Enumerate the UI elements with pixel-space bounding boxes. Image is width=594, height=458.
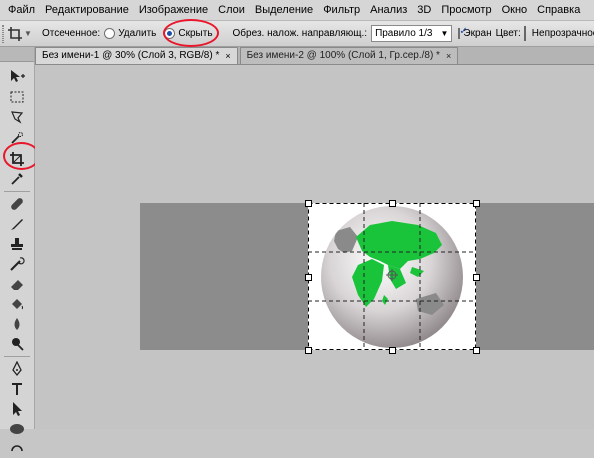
shield-color-swatch[interactable] [523,26,526,41]
arrow-pointer-icon [13,402,22,416]
gradient-tool[interactable] [6,295,28,313]
crop-handle-top-left[interactable] [305,200,312,207]
menu-view[interactable]: Просмотр [436,0,496,20]
healing-brush-tool[interactable] [6,195,28,213]
menu-file[interactable]: Файл [0,0,40,20]
path-selection-tool[interactable] [6,400,28,418]
overlay-select-value: Правило 1/3 [375,28,433,39]
delete-radio[interactable]: Удалить [104,28,156,39]
toolbox-header[interactable] [0,47,34,62]
canvas-image-left [140,203,308,350]
color-label: Цвет: [495,28,521,39]
type-icon [12,383,22,395]
crop-handle-bottom-right[interactable] [473,347,480,354]
clone-stamp-tool[interactable] [6,235,28,253]
annotation-circle-hide [163,19,219,47]
crop-handle-bottom-left[interactable] [305,347,312,354]
tab-document-2-label: Без имени-2 @ 100% (Слой 1, Гр.сер./8) * [246,50,440,61]
crop-handle-left[interactable] [305,274,312,281]
delete-radio-label: Удалить [118,28,157,39]
menu-edit[interactable]: Редактирование [40,0,134,20]
ellipse-tool[interactable] [6,420,28,438]
move-tool[interactable] [6,67,28,85]
blur-tool[interactable] [6,315,28,333]
brush-tool[interactable] [6,215,28,233]
crop-handle-top-right[interactable] [473,200,480,207]
tab-document-2[interactable]: Без имени-2 @ 100% (Слой 1, Гр.сер./8) *… [239,47,459,64]
brush-icon [11,219,23,230]
close-icon[interactable]: × [446,48,451,64]
tab-document-1-label: Без имени-1 @ 30% (Слой 3, RGB/8) * [42,50,220,61]
history-brush-icon [10,257,25,271]
crop-handle-bottom[interactable] [389,347,396,354]
crop-handle-top[interactable] [389,200,396,207]
crop-icon [8,26,22,41]
menu-help[interactable]: Справка [532,0,585,20]
rectangular-marquee-icon [10,91,24,103]
options-grip[interactable] [2,24,4,43]
crop-handle-right[interactable] [473,274,480,281]
close-icon[interactable]: × [225,48,230,64]
paint-bucket-icon [12,299,23,310]
lasso-tool[interactable] [6,108,28,126]
menu-layers[interactable]: Слои [213,0,250,20]
chevron-down-icon[interactable]: ▼ [24,29,32,38]
opacity-label: Непрозрачность: [531,28,594,39]
tool-preset-picker[interactable] [8,24,22,44]
3d-rotate-tool[interactable] [6,440,28,458]
menu-filter[interactable]: Фильтр [318,0,365,20]
dodge-icon [12,338,24,351]
ellipse-icon [10,424,24,434]
menu-bar: Файл Редактирование Изображение Слои Выд… [0,0,594,21]
eraser-icon [11,280,23,290]
document-tabs: Без имени-1 @ 30% (Слой 3, RGB/8) * × Бе… [35,47,594,65]
menu-analysis[interactable]: Анализ [365,0,412,20]
shield-checkbox[interactable] [458,26,468,39]
menu-select[interactable]: Выделение [250,0,318,20]
toolbox-divider [4,356,30,357]
eyedropper-icon [11,173,23,185]
delete-radio-circle[interactable] [104,28,116,39]
3d-rotate-icon [11,445,23,452]
dodge-tool[interactable] [6,335,28,353]
cropped-area-label: Отсеченное: [42,28,101,39]
marquee-tool[interactable] [6,88,28,106]
toolbox-divider [4,191,30,192]
toolbox [0,47,35,452]
bandage-icon [11,198,23,210]
canvas-image-right [476,203,594,350]
chevron-down-icon: ▼ [440,29,449,38]
globe-image [308,203,476,350]
lasso-icon [11,111,24,124]
move-icon [11,70,25,82]
pen-icon [12,361,22,377]
stamp-icon [11,238,23,250]
menu-image[interactable]: Изображение [134,0,213,20]
drop-icon [14,318,20,330]
pen-tool[interactable] [6,360,28,378]
menu-window[interactable]: Окно [497,0,533,20]
options-bar: ▼ Отсеченное: Удалить Скрыть Обрез. нало… [0,21,594,47]
overlay-select[interactable]: Правило 1/3 ▼ [371,25,453,42]
menu-3d[interactable]: 3D [412,0,436,20]
overlay-label: Обрез. налож. направляющ.: [232,28,368,39]
eyedropper-tool[interactable] [6,170,28,188]
history-brush-tool[interactable] [6,255,28,273]
eraser-tool[interactable] [6,275,28,293]
type-tool[interactable] [6,380,28,398]
tab-document-1[interactable]: Без имени-1 @ 30% (Слой 3, RGB/8) * × [35,47,238,64]
